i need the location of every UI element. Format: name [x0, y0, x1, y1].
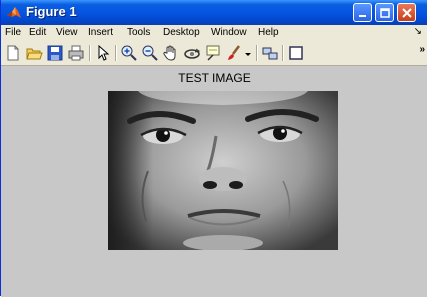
menu-bar: File Edit View Insert Tools Desktop Wind…: [1, 25, 427, 41]
menu-file[interactable]: File: [5, 27, 21, 38]
menu-view[interactable]: View: [56, 27, 78, 38]
toolbar-separator: [115, 45, 117, 61]
menu-edit[interactable]: Edit: [29, 27, 46, 38]
menu-overflow-icon[interactable]: ↘: [414, 26, 422, 37]
rotate-3d-icon[interactable]: [183, 44, 201, 62]
new-file-icon[interactable]: [4, 44, 22, 62]
open-folder-icon[interactable]: [25, 44, 43, 62]
brush-icon[interactable]: [225, 44, 243, 62]
close-button[interactable]: [397, 3, 416, 22]
link-plot-icon[interactable]: [261, 44, 279, 62]
title-bar[interactable]: Figure 1: [1, 0, 427, 25]
menu-insert[interactable]: Insert: [88, 27, 113, 38]
zoom-in-icon[interactable]: [120, 44, 138, 62]
window-title: Figure 1: [26, 4, 77, 19]
data-cursor-icon[interactable]: [204, 44, 222, 62]
maximize-button[interactable]: [375, 3, 394, 22]
menu-desktop[interactable]: Desktop: [163, 27, 200, 38]
figure-canvas: TEST IMAGE: [1, 66, 427, 297]
toolbar-separator: [256, 45, 258, 61]
menu-window[interactable]: Window: [211, 27, 247, 38]
figure-toolbar: »: [1, 41, 427, 66]
print-icon[interactable]: [67, 44, 85, 62]
toolbar-separator: [282, 45, 284, 61]
colorbar-icon[interactable]: [287, 44, 305, 62]
toolbar-overflow-icon[interactable]: »: [419, 44, 425, 55]
arrow-pointer-icon[interactable]: [94, 44, 112, 62]
zoom-out-icon[interactable]: [141, 44, 159, 62]
face-image: [108, 91, 338, 250]
figure-window: Figure 1 File Edit View Insert Tools Des…: [0, 0, 427, 297]
menu-tools[interactable]: Tools: [127, 27, 150, 38]
menu-help[interactable]: Help: [258, 27, 279, 38]
matlab-logo-icon: [6, 5, 22, 20]
save-icon[interactable]: [46, 44, 64, 62]
brush-dropdown-icon[interactable]: [244, 44, 252, 62]
toolbar-separator: [89, 45, 91, 61]
figure-title: TEST IMAGE: [178, 71, 251, 85]
minimize-button[interactable]: [353, 3, 372, 22]
pan-hand-icon[interactable]: [162, 44, 180, 62]
